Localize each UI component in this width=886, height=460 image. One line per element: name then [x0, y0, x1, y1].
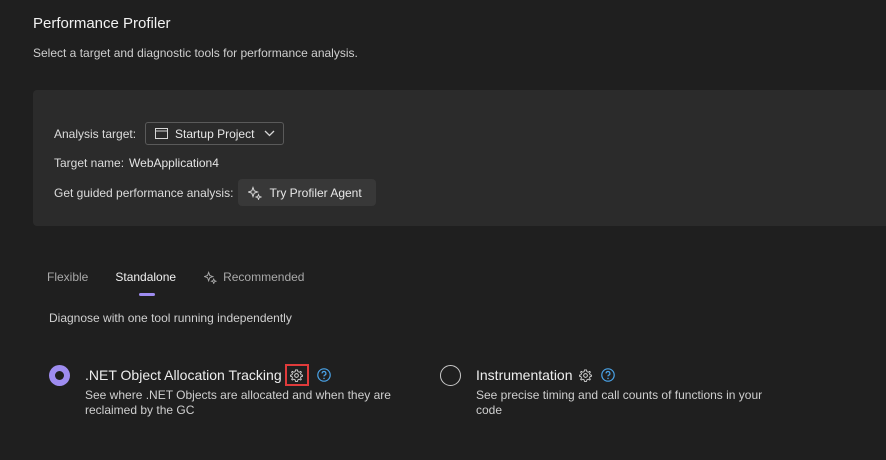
analysis-target-dropdown[interactable]: Startup Project: [145, 122, 285, 145]
sparkle-icon: [248, 185, 263, 200]
guided-analysis-row: Get guided performance analysis: Try Pro…: [54, 179, 376, 206]
tool-body: .NET Object Allocation Tracking See wher…: [85, 364, 395, 418]
chevron-down-icon: [264, 130, 275, 137]
tab-flexible-label: Flexible: [47, 270, 89, 284]
tool-head: Instrumentation: [476, 365, 786, 385]
target-name-value: WebApplication4: [129, 156, 219, 170]
try-profiler-agent-label: Try Profiler Agent: [269, 185, 362, 200]
tool-head: .NET Object Allocation Tracking: [85, 364, 395, 386]
page-title: Performance Profiler: [33, 15, 171, 32]
tool-radio-instrumentation[interactable]: [440, 365, 461, 386]
tool-description: See where .NET Objects are allocated and…: [85, 388, 391, 417]
tool-radio-dotnet-allocation[interactable]: [49, 365, 70, 386]
sparkle-icon: [204, 270, 218, 284]
help-icon[interactable]: [316, 368, 331, 382]
window-icon: [155, 128, 169, 139]
tool-title: .NET Object Allocation Tracking: [85, 367, 282, 383]
guided-analysis-label: Get guided performance analysis:: [54, 185, 234, 200]
page-subtitle: Select a target and diagnostic tools for…: [33, 46, 358, 60]
tab-recommended-label: Recommended: [223, 270, 305, 284]
tab-description: Diagnose with one tool running independe…: [49, 311, 292, 325]
tab-flexible[interactable]: Flexible: [47, 270, 88, 284]
analysis-target-label: Analysis target:: [54, 126, 137, 141]
analysis-target-value: Startup Project: [175, 126, 255, 141]
gear-icon[interactable]: [284, 364, 309, 386]
tool-tabs: Flexible Standalone Recommended: [47, 270, 304, 296]
gear-icon[interactable]: [579, 368, 593, 382]
tab-standalone[interactable]: Standalone: [115, 270, 177, 296]
tool-description: See precise timing and call counts of fu…: [476, 388, 763, 417]
tool-body: Instrumentation See precise timing and c…: [476, 365, 786, 418]
tool-option-instrumentation: Instrumentation See precise timing and c…: [440, 365, 786, 418]
help-icon[interactable]: [600, 368, 615, 382]
target-name-row: Target name: WebApplication4: [54, 156, 219, 170]
tab-recommended[interactable]: Recommended: [204, 270, 304, 284]
tool-option-dotnet-allocation: .NET Object Allocation Tracking See wher…: [49, 364, 395, 418]
target-name-label: Target name:: [54, 156, 125, 170]
tool-title: Instrumentation: [476, 367, 573, 383]
try-profiler-agent-button[interactable]: Try Profiler Agent: [238, 179, 376, 206]
analysis-target-row: Analysis target: Startup Project: [54, 122, 285, 145]
tab-standalone-label: Standalone: [115, 270, 177, 284]
target-panel: Analysis target: Startup Project Target …: [33, 90, 886, 226]
